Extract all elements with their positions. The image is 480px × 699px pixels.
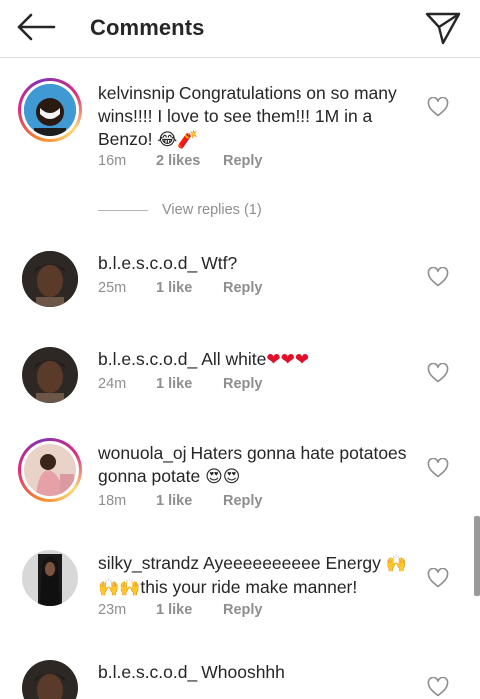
comment-time: 25m: [98, 280, 127, 296]
page-title: Comments: [90, 15, 205, 40]
comment-body: All white: [201, 349, 267, 369]
comment-emoji: 😍😍: [205, 467, 241, 487]
avatar-photo: [24, 84, 76, 136]
like-button[interactable]: [424, 263, 452, 291]
avatar-photo: [22, 347, 78, 403]
like-button[interactable]: [424, 93, 452, 121]
comment-time: 16m: [98, 153, 127, 169]
comment-likes[interactable]: 2 likes: [156, 153, 223, 169]
comment-meta: 25m 1 like Reply: [98, 280, 263, 296]
comment-likes[interactable]: 1 like: [156, 602, 223, 618]
comment-text: b.l.e.s.c.o.d_ All white❤❤❤: [98, 348, 416, 372]
heart-outline-icon: [427, 568, 449, 588]
avatar[interactable]: [22, 251, 78, 307]
avatar[interactable]: [18, 438, 82, 502]
reply-button[interactable]: Reply: [223, 153, 263, 169]
comment-username[interactable]: silky_strandz: [98, 553, 199, 573]
like-button[interactable]: [424, 359, 452, 387]
comment-likes[interactable]: 1 like: [156, 376, 223, 392]
heart-outline-icon: [427, 677, 449, 697]
view-replies-label: View replies (1): [162, 202, 262, 218]
comment-meta: 16m 2 likes Reply: [98, 153, 263, 169]
comment-emoji: ❤❤❤: [266, 350, 310, 370]
divider-line: [98, 209, 148, 211]
comment-time: 23m: [98, 602, 127, 618]
comment-text: kelvinsnip Congratulations on so many win…: [98, 82, 416, 152]
avatar[interactable]: [18, 78, 82, 142]
like-button[interactable]: [424, 673, 452, 699]
comment-username[interactable]: b.l.e.s.c.o.d_: [98, 349, 197, 369]
reply-button[interactable]: Reply: [223, 376, 263, 392]
comment-meta: 18m 1 like Reply: [98, 493, 263, 509]
like-button[interactable]: [424, 454, 452, 482]
back-button[interactable]: [14, 10, 58, 44]
heart-outline-icon: [427, 458, 449, 478]
comment-meta: 24m 1 like Reply: [98, 376, 263, 392]
comment-time: 18m: [98, 493, 127, 509]
paper-plane-icon: [425, 12, 461, 45]
heart-outline-icon: [427, 267, 449, 287]
avatar-photo: [22, 550, 78, 606]
avatar[interactable]: [22, 550, 78, 606]
comment-body: Whooshhh: [201, 662, 285, 682]
comment-likes[interactable]: 1 like: [156, 493, 223, 509]
share-button[interactable]: [420, 6, 466, 50]
comment-username[interactable]: wonuola_oj: [98, 443, 187, 463]
avatar[interactable]: [22, 660, 78, 699]
reply-button[interactable]: Reply: [223, 280, 263, 296]
comment-body-continued: this your ride make manner!: [140, 577, 358, 597]
comment-text: silky_strandz Ayeeeeeeeeee Energy 🙌🙌🙌this…: [98, 552, 416, 600]
comment-username[interactable]: kelvinsnip: [98, 83, 175, 103]
heart-outline-icon: [427, 97, 449, 117]
comment-text: wonuola_oj Haters gonna hate potatoes gon…: [98, 442, 416, 489]
avatar-photo: [22, 251, 78, 307]
comment-body: Wtf?: [201, 253, 238, 273]
scrollbar-thumb[interactable]: [474, 516, 480, 596]
comment-username[interactable]: b.l.e.s.c.o.d_: [98, 253, 197, 273]
comment-body: Ayeeeeeeeeee Energy: [203, 553, 381, 573]
header-bar: Comments: [0, 0, 480, 58]
arrow-left-icon: [17, 13, 56, 41]
comment-username[interactable]: b.l.e.s.c.o.d_: [98, 662, 197, 682]
heart-outline-icon: [427, 363, 449, 383]
comment-likes[interactable]: 1 like: [156, 280, 223, 296]
comment-text: b.l.e.s.c.o.d_ Whooshhh: [98, 661, 416, 684]
like-button[interactable]: [424, 564, 452, 592]
view-replies-button[interactable]: View replies (1): [98, 200, 262, 220]
avatar-photo: [22, 660, 78, 699]
comment-emoji: 😂🧨: [157, 130, 199, 150]
avatar-photo: [24, 444, 76, 496]
comment-time: 24m: [98, 376, 127, 392]
avatar[interactable]: [22, 347, 78, 403]
comment-meta: 23m 1 like Reply: [98, 602, 263, 618]
reply-button[interactable]: Reply: [223, 602, 263, 618]
reply-button[interactable]: Reply: [223, 493, 263, 509]
comment-text: b.l.e.s.c.o.d_ Wtf?: [98, 252, 416, 275]
